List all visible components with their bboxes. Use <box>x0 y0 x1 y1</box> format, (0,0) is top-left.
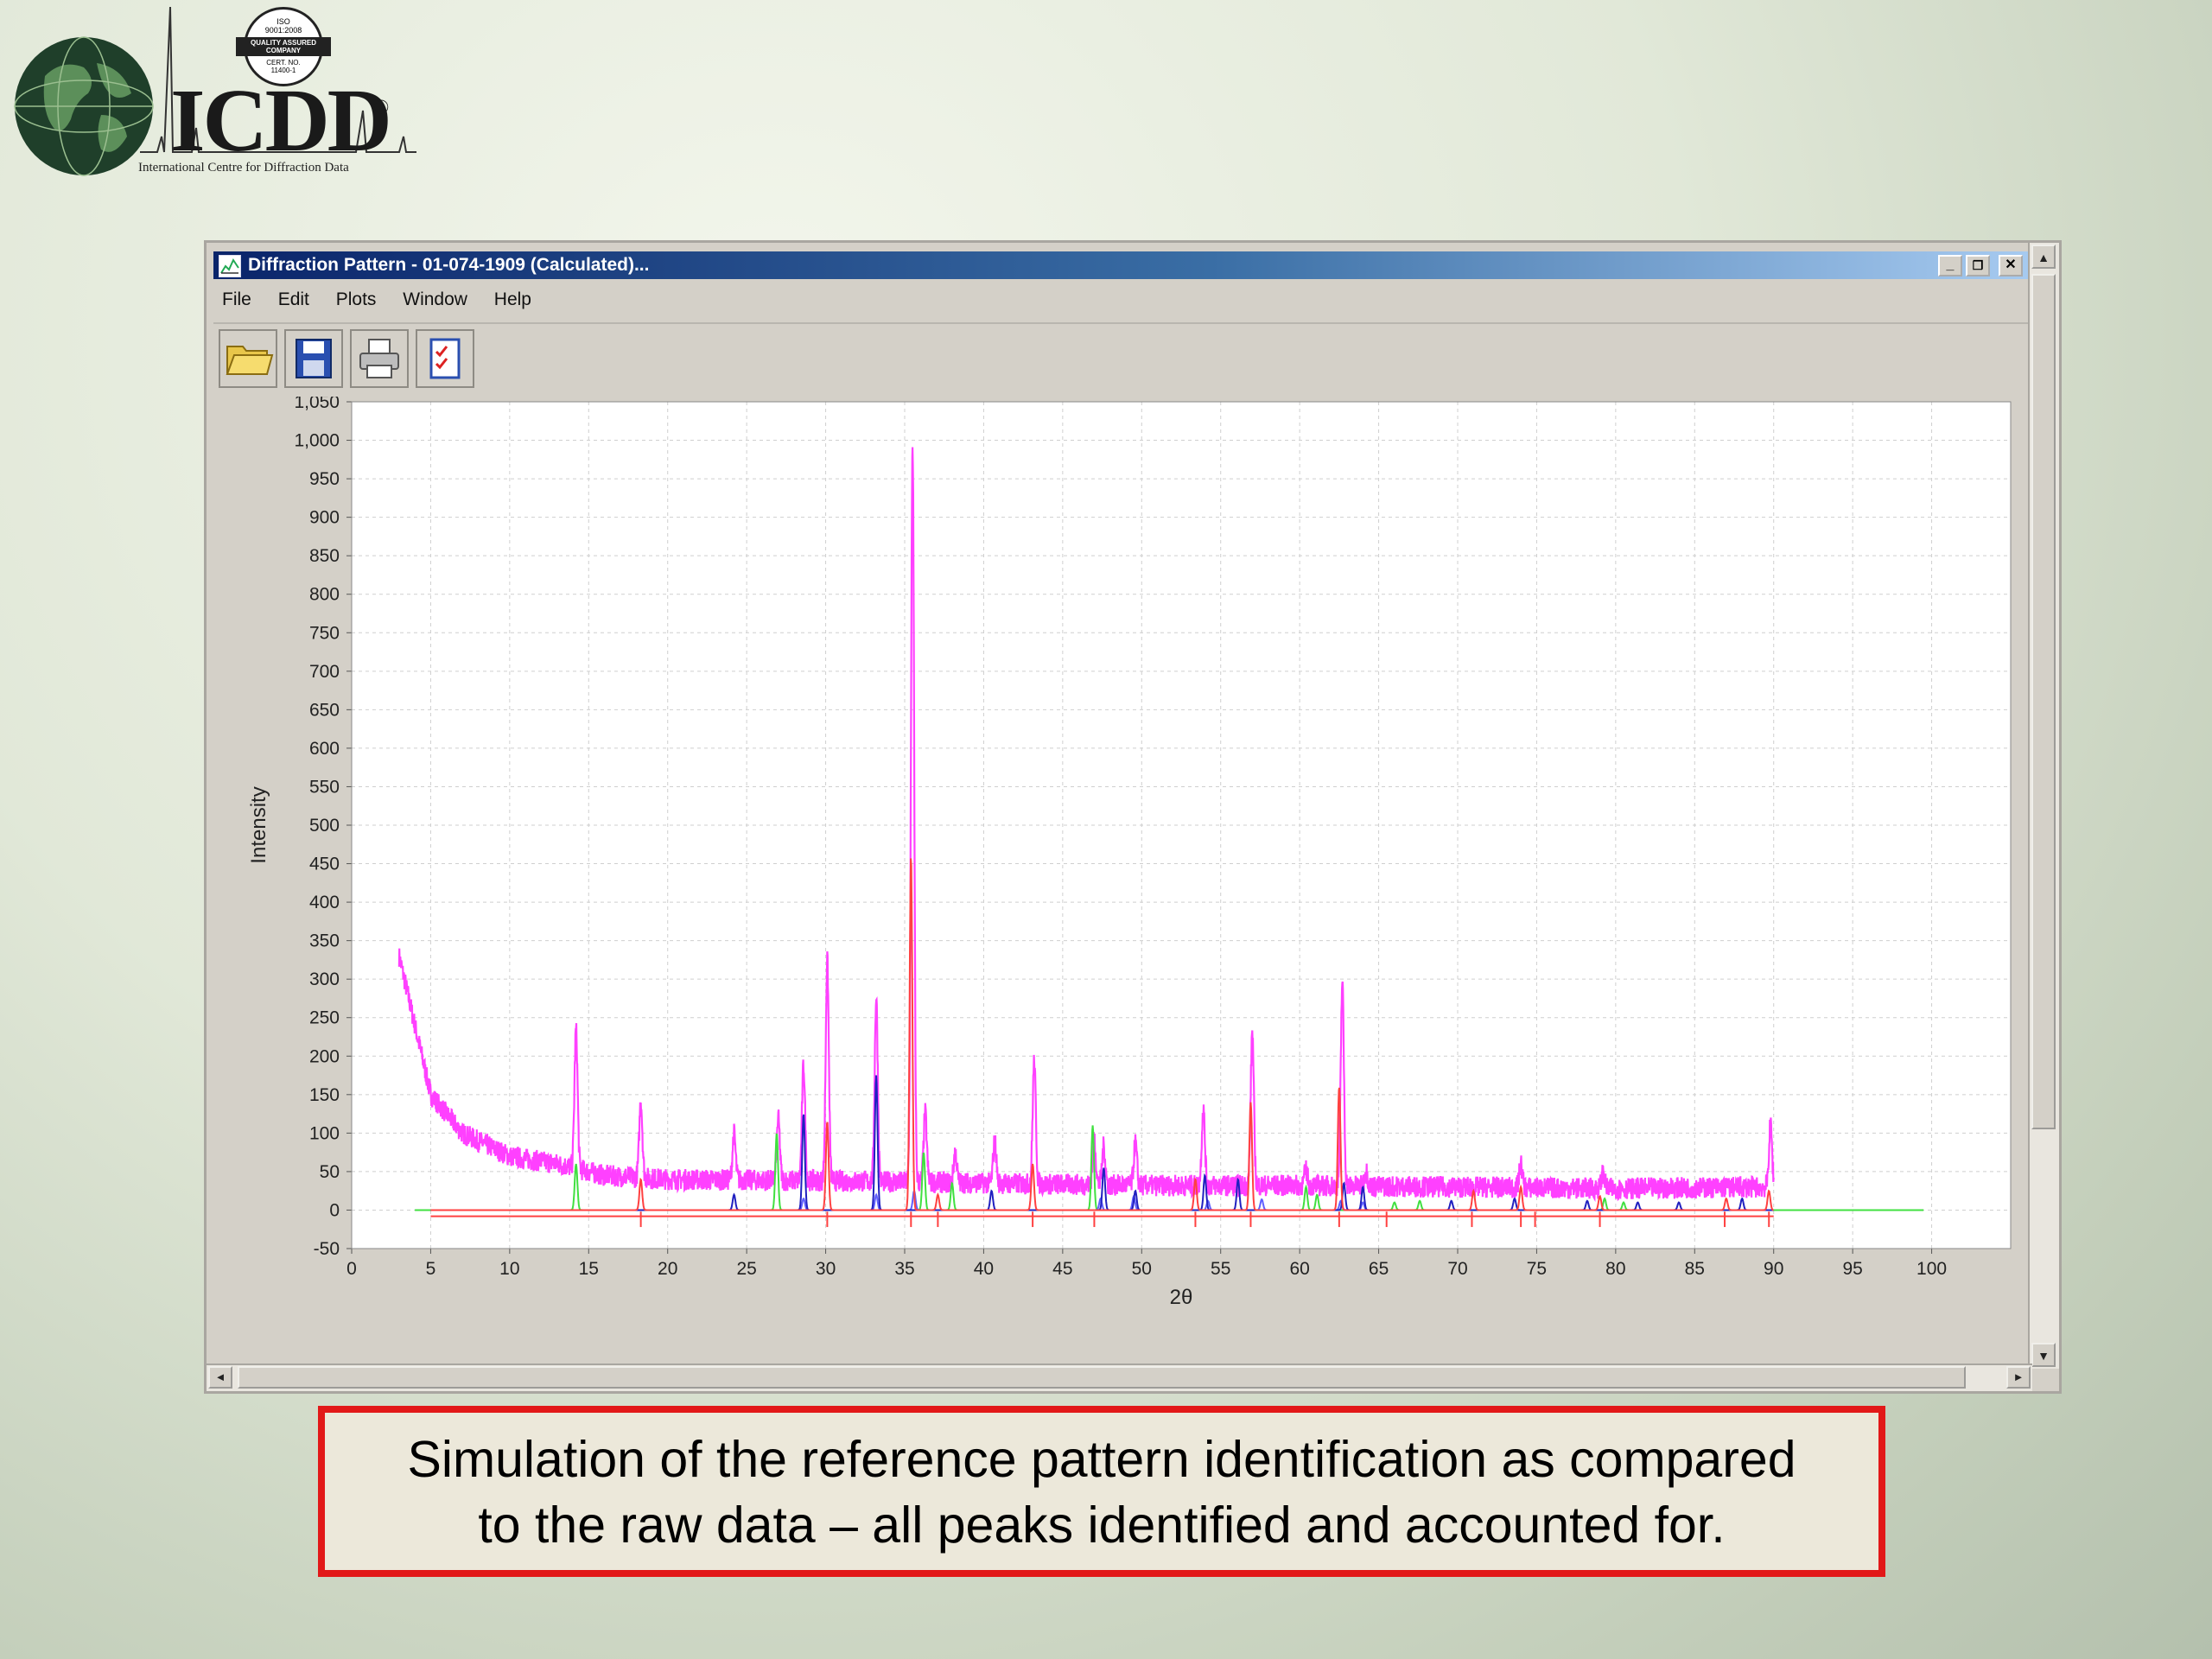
x-tick-label: 90 <box>1764 1259 1783 1279</box>
seal-line4: 11400-1 <box>270 67 296 74</box>
menu-bar: File Edit Plots Window Help <box>222 289 553 315</box>
registered-mark: ® <box>373 97 390 119</box>
y-axis-label: Intensity <box>247 786 270 863</box>
x-tick-label: 60 <box>1289 1259 1309 1279</box>
x-tick-label: 20 <box>658 1259 677 1279</box>
iso-seal: ISO 9001:2008 QUALITY ASSURED COMPANY CE… <box>236 7 331 86</box>
y-tick-label: 150 <box>309 1085 340 1105</box>
seal-line3: CERT. NO. <box>266 59 301 67</box>
y-tick-label: 350 <box>309 931 340 951</box>
icdd-logo: ICDD ® International Centre for Diffract… <box>10 7 416 180</box>
y-tick-label: 100 <box>309 1123 340 1143</box>
menu-help[interactable]: Help <box>494 289 531 309</box>
y-tick-label: 550 <box>309 777 340 797</box>
menu-window[interactable]: Window <box>403 289 467 309</box>
folder-open-icon <box>226 346 274 375</box>
y-tick-label: 650 <box>309 700 340 720</box>
horizontal-scroll-thumb[interactable] <box>238 1366 1966 1389</box>
caption-box: Simulation of the reference pattern iden… <box>318 1406 1885 1577</box>
x-tick-label: 30 <box>816 1259 836 1279</box>
icdd-subtitle: International Centre for Diffraction Dat… <box>138 161 349 175</box>
menu-plots[interactable]: Plots <box>336 289 377 309</box>
icdd-wordmark: ICDD <box>170 71 392 170</box>
x-tick-label: 75 <box>1527 1259 1547 1279</box>
x-tick-label: 100 <box>1916 1259 1947 1279</box>
y-tick-label: 900 <box>309 508 340 528</box>
scroll-down-button[interactable]: ▼ <box>2031 1343 2056 1367</box>
vertical-scrollbar[interactable]: ▲ ▼ <box>2028 243 2059 1369</box>
window-title: Diffraction Pattern - 01-074-1909 (Calcu… <box>248 255 650 275</box>
horizontal-scrollbar[interactable]: ◄ ► <box>207 1363 2032 1391</box>
y-tick-label: 400 <box>309 893 340 912</box>
x-tick-label: 80 <box>1605 1259 1625 1279</box>
menu-file[interactable]: File <box>222 289 251 309</box>
diffraction-chart[interactable]: 0 5 10 15 20 25 30 35 40 45 50 55 60 65 70 75 80 85 90 95 10… <box>213 397 2028 1338</box>
x-tick-label: 50 <box>1132 1259 1152 1279</box>
caption-line-1: Simulation of the reference pattern iden… <box>407 1431 1796 1488</box>
x-tick-label: 55 <box>1211 1259 1230 1279</box>
y-tick-label: 1,000 <box>294 431 340 451</box>
vertical-scroll-thumb[interactable] <box>2031 274 2056 1129</box>
open-button[interactable] <box>219 329 277 388</box>
chart-app-icon <box>219 255 241 277</box>
x-tick-label: 25 <box>736 1259 756 1279</box>
x-tick-label: 95 <box>1842 1259 1862 1279</box>
x-tick-label: 70 <box>1447 1259 1467 1279</box>
y-tick-label: 1,050 <box>294 397 340 412</box>
y-tick-label: 800 <box>309 585 340 605</box>
y-tick-label: 250 <box>309 1008 340 1028</box>
properties-button[interactable] <box>416 329 474 388</box>
x-tick-label: 35 <box>894 1259 914 1279</box>
y-tick-label: 700 <box>309 662 340 682</box>
y-tick-label: 0 <box>329 1200 340 1220</box>
x-tick-label: 40 <box>974 1259 994 1279</box>
seal-line1: ISO <box>276 17 290 26</box>
seal-line2: 9001:2008 <box>264 26 302 35</box>
x-tick-label: 85 <box>1685 1259 1705 1279</box>
seal-band: QUALITY ASSURED COMPANY <box>236 37 331 56</box>
y-tick-label: 850 <box>309 546 340 566</box>
globe-icon <box>14 36 154 176</box>
y-tick-label: -50 <box>314 1239 340 1259</box>
close-button[interactable]: ✕ <box>1999 255 2023 276</box>
x-axis-label: 2θ <box>1170 1286 1193 1309</box>
y-tick-label: 950 <box>309 469 340 489</box>
y-tick-label: 50 <box>320 1162 340 1182</box>
y-tick-label: 300 <box>309 969 340 989</box>
y-tick-label: 450 <box>309 855 340 874</box>
scroll-up-button[interactable]: ▲ <box>2031 245 2056 269</box>
menu-edit[interactable]: Edit <box>278 289 309 309</box>
print-button[interactable] <box>350 329 409 388</box>
x-tick-label: 65 <box>1369 1259 1389 1279</box>
print-icon <box>359 339 399 378</box>
title-bar[interactable]: Diffraction Pattern - 01-074-1909 (Calcu… <box>213 251 2028 279</box>
x-tick-label: 15 <box>579 1259 599 1279</box>
y-tick-label: 600 <box>309 739 340 759</box>
y-tick-label: 200 <box>309 1046 340 1066</box>
x-tick-label: 5 <box>426 1259 436 1279</box>
diffraction-pattern-window: Diffraction Pattern - 01-074-1909 (Calcu… <box>204 240 2062 1394</box>
plot-panel[interactable]: 0 5 10 15 20 25 30 35 40 45 50 55 60 65 70 75 80 85 90 95 10… <box>213 397 2028 1338</box>
caption-line-2: to the raw data – all peaks identified a… <box>478 1497 1726 1554</box>
scroll-left-button[interactable]: ◄ <box>208 1366 232 1389</box>
y-tick-label: 500 <box>309 816 340 836</box>
save-button[interactable] <box>284 329 343 388</box>
x-tick-label: 0 <box>346 1259 357 1279</box>
checklist-icon <box>429 338 461 379</box>
save-icon <box>296 339 332 378</box>
y-tick-label: 750 <box>309 623 340 643</box>
menu-separator <box>213 322 2028 324</box>
x-tick-label: 10 <box>499 1259 519 1279</box>
restore-button[interactable]: ❐ <box>1966 255 1990 276</box>
x-tick-label: 45 <box>1052 1259 1072 1279</box>
minimize-button[interactable]: _ <box>1938 255 1962 276</box>
scroll-right-button[interactable]: ► <box>2006 1366 2031 1389</box>
